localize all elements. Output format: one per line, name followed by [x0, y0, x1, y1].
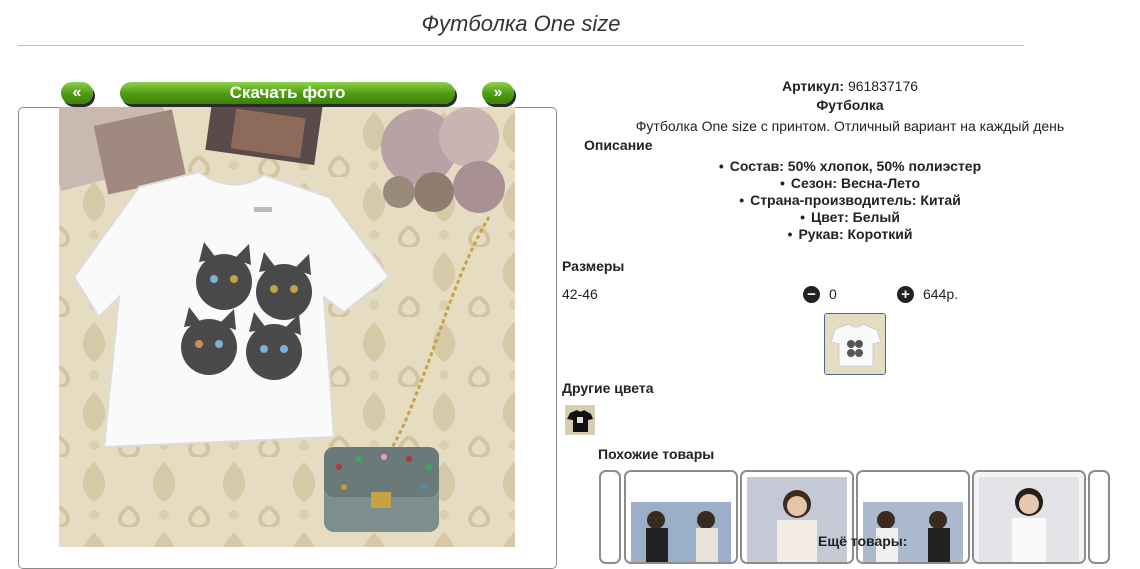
product-description: Футболка One size с принтом. Отличный ва… [635, 118, 1065, 134]
attribute-item: Рукав: Короткий [560, 226, 1140, 243]
description-heading: Описание [584, 137, 653, 153]
similar-photo [626, 472, 736, 562]
product-photo[interactable] [59, 107, 515, 547]
size-price: 644р. [923, 286, 959, 302]
sku-label: Артикул: [781, 78, 845, 94]
similar-heading: Похожие товары [598, 446, 715, 462]
photo-thumbnail[interactable] [824, 313, 886, 375]
other-color-thumbnail[interactable] [565, 405, 595, 435]
next-photo-button[interactable]: » [482, 82, 514, 104]
attribute-item: Страна-производитель: Китай [560, 192, 1140, 209]
similar-card[interactable] [624, 470, 738, 564]
similar-card[interactable] [1088, 470, 1110, 564]
sku-value: 961837176 [847, 78, 919, 94]
similar-card[interactable] [856, 470, 970, 564]
sizes-heading: Размеры [562, 258, 625, 274]
size-label: 42-46 [562, 286, 598, 302]
download-photo-button[interactable]: Скачать фото [120, 82, 455, 104]
minus-circle-icon[interactable]: − [803, 286, 820, 303]
prev-photo-button[interactable]: « [61, 82, 93, 104]
attribute-item: Сезон: Весна-Лето [560, 175, 1140, 192]
sku-line: Артикул: 961837176 [560, 78, 1140, 94]
thumbnail-image [825, 314, 885, 374]
plus-circle-icon[interactable]: + [897, 286, 914, 303]
black-tshirt-image [565, 405, 595, 435]
attribute-item: Состав: 50% хлопок, 50% полиэстер [560, 158, 1140, 175]
other-colors-heading: Другие цвета [562, 380, 654, 396]
similar-card[interactable] [599, 470, 621, 564]
product-name: Футболка [816, 97, 884, 113]
more-products-link[interactable]: Ещё товары: [818, 533, 907, 549]
attribute-list: Состав: 50% хлопок, 50% полиэстер Сезон:… [560, 158, 1140, 243]
similar-card[interactable] [740, 470, 854, 564]
similar-card[interactable] [972, 470, 1086, 564]
similar-photo [974, 472, 1084, 562]
product-photo-image [59, 107, 515, 547]
size-row: 42-46 − 0 + 644р. [562, 286, 982, 306]
attribute-item: Цвет: Белый [560, 209, 1140, 226]
page-title: Футболка One size [18, 11, 1024, 46]
quantity-value: 0 [829, 286, 837, 302]
